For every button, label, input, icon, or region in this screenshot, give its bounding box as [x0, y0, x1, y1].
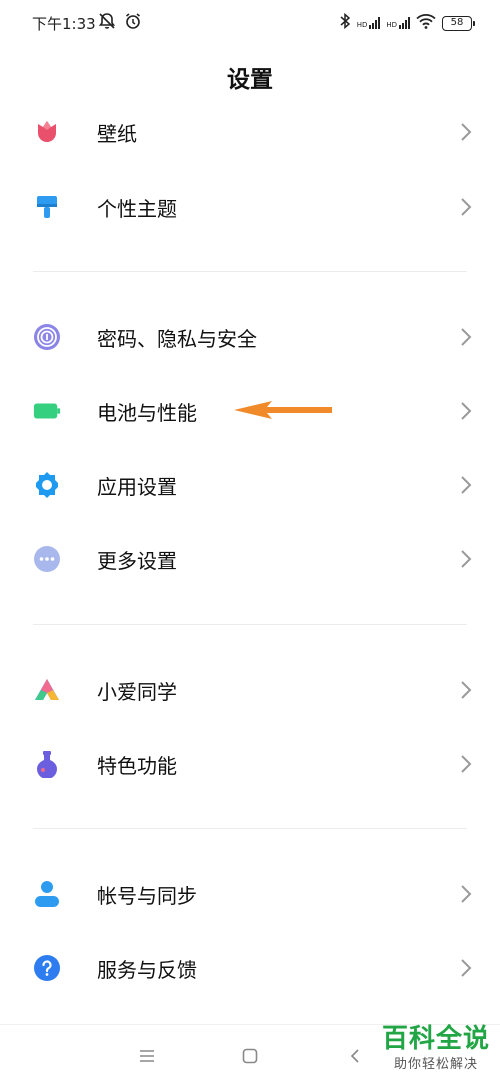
battery-icon: 58 — [442, 15, 475, 31]
section-divider — [33, 271, 467, 272]
settings-item-wallpaper[interactable]: 壁纸 — [0, 102, 500, 162]
back-icon[interactable] — [345, 1046, 365, 1066]
settings-item-label: 壁纸 — [97, 121, 137, 146]
section-divider — [33, 624, 467, 625]
fingerprint-icon — [33, 323, 61, 351]
chevron-right-icon — [460, 122, 472, 142]
settings-item-theme[interactable]: 个性主题 — [0, 177, 500, 237]
chevron-right-icon — [460, 475, 472, 495]
watermark-sub: 助你轻松解决 — [393, 1057, 478, 1072]
section-divider — [33, 828, 467, 829]
status-time: 下午1:33 — [32, 15, 96, 33]
settings-item-features[interactable]: 特色功能 — [0, 734, 500, 794]
user-icon — [33, 880, 61, 908]
chevron-right-icon — [460, 884, 472, 904]
settings-item-privacy[interactable]: 密码、隐私与安全 — [0, 307, 500, 367]
page-title: 设置 — [227, 67, 273, 93]
status-bar: 下午1:33 HD HD 58 — [0, 0, 500, 44]
home-icon[interactable] — [240, 1046, 260, 1066]
wifi-icon — [416, 13, 436, 33]
settings-item-account[interactable]: 帐号与同步 — [0, 864, 500, 924]
settings-item-more[interactable]: 更多设置 — [0, 529, 500, 589]
chevron-right-icon — [460, 197, 472, 217]
flask-icon — [33, 750, 61, 778]
help-icon — [33, 954, 61, 982]
settings-item-label: 特色功能 — [97, 753, 177, 778]
settings-item-label: 应用设置 — [97, 474, 177, 499]
battery-icon — [33, 397, 61, 425]
arrow-left-icon — [232, 399, 334, 425]
sim2-label: HD — [386, 21, 397, 29]
settings-item-apps[interactable]: 应用设置 — [0, 455, 500, 515]
settings-item-label: 服务与反馈 — [97, 957, 197, 982]
theme-brush-icon — [33, 193, 61, 221]
chevron-right-icon — [460, 549, 472, 569]
settings-item-label: 更多设置 — [97, 548, 177, 573]
menu-icon[interactable] — [137, 1046, 157, 1066]
chevron-right-icon — [460, 754, 472, 774]
chevron-right-icon — [460, 958, 472, 978]
settings-item-xiaoai[interactable]: 小爱同学 — [0, 660, 500, 720]
settings-item-label: 帐号与同步 — [97, 883, 197, 908]
settings-item-label: 电池与性能 — [97, 400, 197, 425]
more-dots-icon — [33, 545, 61, 573]
watermark-main: 百科全说 — [381, 1024, 490, 1054]
watermark-logo: 百科全说 助你轻松解决 — [382, 1025, 490, 1072]
notifications-off-icon — [98, 12, 116, 34]
bluetooth-icon — [339, 12, 351, 34]
settings-item-label: 个性主题 — [97, 196, 177, 221]
sim1-label: HD — [356, 21, 368, 29]
chevron-right-icon — [460, 401, 472, 421]
settings-item-label: 小爱同学 — [97, 679, 177, 704]
signal-icon: HD — [357, 17, 381, 29]
gear-icon — [33, 471, 61, 499]
settings-item-feedback[interactable]: 服务与反馈 — [0, 938, 500, 998]
settings-item-battery[interactable]: 电池与性能 — [0, 381, 500, 441]
chevron-right-icon — [460, 680, 472, 700]
alarm-icon — [124, 12, 142, 34]
chevron-right-icon — [460, 327, 472, 347]
xiaoai-icon — [33, 676, 61, 704]
wallpaper-tulip-icon — [33, 118, 61, 146]
signal-icon: HD — [386, 17, 410, 29]
settings-item-label: 密码、隐私与安全 — [97, 326, 257, 351]
